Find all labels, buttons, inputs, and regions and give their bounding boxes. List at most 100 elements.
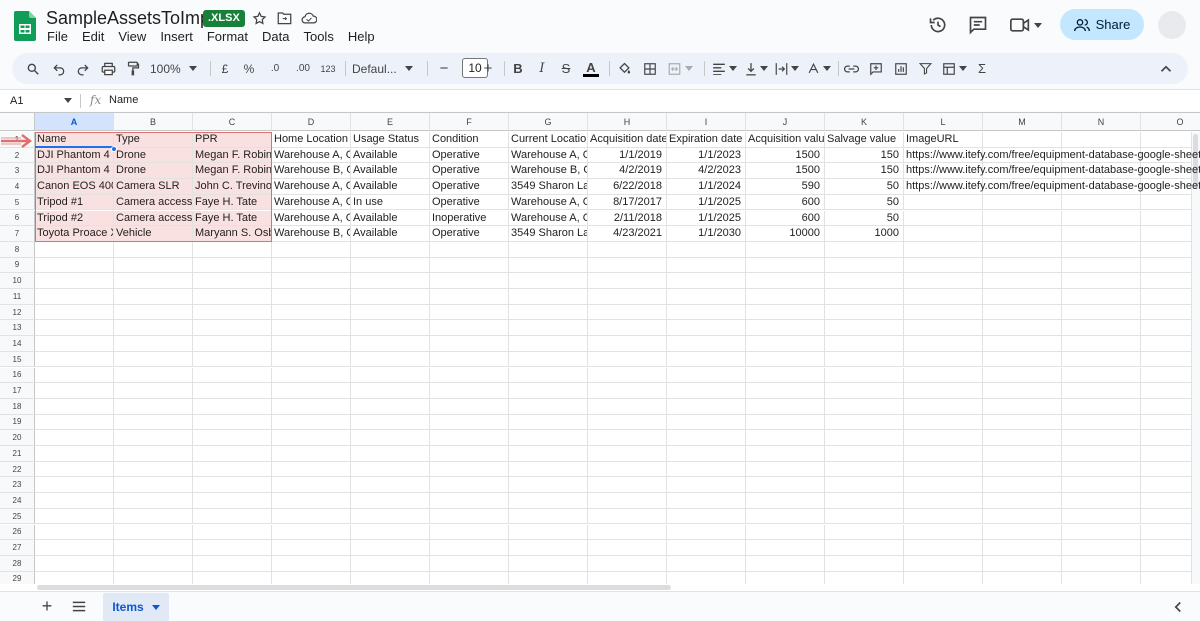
insert-link-icon[interactable] [842,59,860,78]
table-cell[interactable] [1062,383,1141,399]
table-cell[interactable] [430,273,509,289]
table-cell[interactable] [983,257,1062,274]
table-cell[interactable] [825,383,904,399]
table-cell[interactable] [35,571,114,584]
table-cell[interactable] [35,320,114,337]
table-cell[interactable] [430,241,509,258]
avatar[interactable] [1158,11,1186,39]
table-cell[interactable] [430,508,509,525]
table-cell[interactable] [272,430,351,446]
table-cell[interactable] [430,336,509,352]
table-cell[interactable]: 600 [746,210,825,227]
table-cell[interactable]: 4/2/2019 [588,163,667,180]
table-cell[interactable] [1062,571,1141,584]
table-cell[interactable] [825,367,904,384]
table-cell[interactable]: 50 [825,194,904,211]
table-cell[interactable] [351,257,430,274]
number-format-button[interactable]: 123 [317,59,339,78]
table-cell[interactable] [272,289,351,305]
table-cell[interactable] [430,430,509,446]
table-cell[interactable] [825,414,904,431]
merge-cells-icon[interactable] [665,59,695,78]
table-cell[interactable] [588,273,667,289]
table-cell[interactable] [272,555,351,572]
table-cell[interactable] [351,336,430,352]
table-cell[interactable] [193,383,272,399]
table-cell[interactable] [825,304,904,321]
table-cell[interactable] [904,540,983,556]
table-cell[interactable] [983,398,1062,415]
column-header-g[interactable]: G [509,113,588,131]
table-cell[interactable] [114,414,193,431]
row-header[interactable]: 27 [0,540,35,556]
table-cell[interactable] [1062,351,1141,368]
table-cell[interactable] [904,383,983,399]
table-cell[interactable] [114,336,193,352]
table-cell[interactable]: 3549 Sharon Lai [509,179,588,195]
table-cell[interactable] [272,540,351,556]
table-cell[interactable] [35,351,114,368]
table-cell[interactable] [746,398,825,415]
horizontal-scroll-thumb[interactable] [37,585,671,590]
menu-file[interactable]: File [40,28,75,46]
table-cell[interactable] [588,461,667,478]
table-cell[interactable] [983,194,1062,211]
meet-video-icon[interactable] [1008,13,1044,37]
table-cell[interactable]: Vehicle [114,226,193,242]
table-cell[interactable] [746,477,825,494]
table-cell[interactable] [983,477,1062,494]
table-cell[interactable]: Tripod #2 [35,210,114,227]
italic-button[interactable]: I [534,59,550,78]
table-cell[interactable]: 4/23/2021 [588,226,667,242]
table-cell[interactable]: 1/1/2025 [667,210,746,227]
table-cell[interactable]: Maryann S. Osb [193,226,272,242]
table-cell[interactable] [1062,226,1141,242]
table-cell[interactable] [746,540,825,556]
table-cell[interactable]: Warehouse A, O [272,147,351,164]
table-cell[interactable] [904,336,983,352]
add-sheet-icon[interactable]: + [38,596,56,616]
row-header[interactable]: 6 [0,210,35,227]
table-cell[interactable] [1062,273,1141,289]
row-header[interactable]: 28 [0,555,35,572]
table-cell[interactable] [509,320,588,337]
table-cell[interactable] [509,257,588,274]
table-cell[interactable] [1062,446,1141,462]
table-cell[interactable]: Warehouse A, O [509,194,588,211]
table-cell[interactable] [272,477,351,494]
table-cell[interactable] [667,540,746,556]
header-cell[interactable]: Acquisition date [588,132,667,148]
table-cell[interactable] [35,398,114,415]
table-cell[interactable] [588,540,667,556]
table-cell[interactable] [904,461,983,478]
table-cell[interactable] [351,383,430,399]
table-cell[interactable] [509,273,588,289]
table-cell[interactable] [430,524,509,541]
selection-fill-handle[interactable] [111,146,117,152]
table-cell[interactable] [825,461,904,478]
table-cell[interactable]: Operative [430,163,509,180]
table-cell[interactable] [193,336,272,352]
table-cell[interactable] [667,336,746,352]
table-cell[interactable] [430,461,509,478]
table-cell[interactable]: Warehouse A, O [509,147,588,164]
table-cell[interactable] [1062,524,1141,541]
menu-edit[interactable]: Edit [75,28,111,46]
table-cell[interactable] [351,493,430,509]
table-cell[interactable]: 1/1/2025 [667,194,746,211]
decrease-font-size-button[interactable]: − [436,59,452,78]
table-cell[interactable]: 10000 [746,226,825,242]
zoom-select[interactable]: 100% [150,59,200,78]
table-cell[interactable]: Available [351,163,430,180]
row-header[interactable]: 22 [0,461,35,478]
table-cell[interactable] [1062,555,1141,572]
table-cell[interactable] [667,273,746,289]
table-cell[interactable] [351,304,430,321]
table-cell[interactable] [983,414,1062,431]
table-cell[interactable]: 6/22/2018 [588,179,667,195]
table-cell[interactable] [746,414,825,431]
table-cell[interactable] [193,367,272,384]
table-cell[interactable] [588,414,667,431]
table-cell[interactable] [588,493,667,509]
table-cell[interactable]: 590 [746,179,825,195]
